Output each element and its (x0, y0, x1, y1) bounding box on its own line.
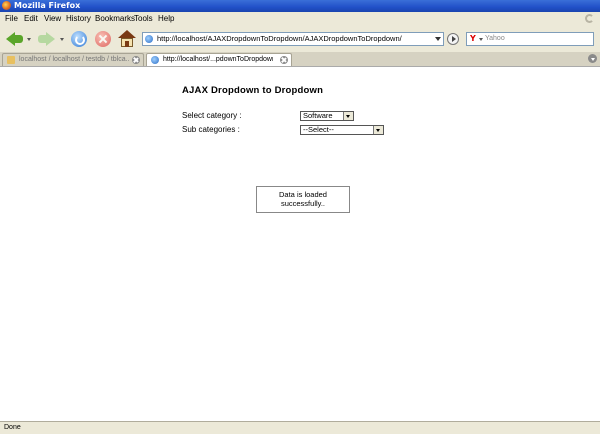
yahoo-engine-icon[interactable]: Y (470, 34, 476, 44)
stop-button[interactable] (94, 30, 112, 48)
home-icon (118, 30, 136, 38)
back-button[interactable] (6, 30, 24, 48)
subcategory-select[interactable]: --Select-- (300, 125, 384, 135)
tab-label: http://localhost/...pdownToDropdown/ (163, 56, 273, 63)
subcategory-label: Sub categories : (182, 125, 240, 134)
category-select[interactable]: Software (300, 111, 354, 121)
throbber-icon (585, 14, 594, 23)
tab-phpmyadmin[interactable]: localhost / localhost / testdb / tblca..… (2, 53, 144, 66)
reload-button[interactable] (70, 30, 88, 48)
search-placeholder[interactable]: Yahoo (485, 33, 505, 45)
page-content: AJAX Dropdown to Dropdown Select categor… (0, 67, 600, 421)
menu-file[interactable]: File (5, 12, 18, 26)
menu-edit[interactable]: Edit (24, 12, 38, 26)
menu-history[interactable]: History (66, 12, 91, 26)
go-button[interactable] (447, 33, 459, 45)
reload-icon (71, 31, 87, 47)
site-globe-icon (145, 35, 153, 43)
subcategory-select-value: --Select-- (303, 125, 334, 134)
tab-bar: localhost / localhost / testdb / tblca..… (0, 52, 600, 67)
menu-view[interactable]: View (44, 12, 61, 26)
menu-bar: File Edit View History Bookmarks Tools H… (0, 12, 600, 26)
menu-bookmarks[interactable]: Bookmarks (95, 12, 135, 26)
status-message-box: Data is loaded successfully.. (256, 186, 350, 213)
tab-ajax-dropdown[interactable]: http://localhost/...pdownToDropdown/ (146, 53, 292, 66)
menu-tools[interactable]: Tools (134, 12, 153, 26)
stop-icon (95, 31, 111, 47)
home-button[interactable] (118, 30, 136, 48)
url-bar[interactable]: http://localhost/AJAXDropdownToDropdown/… (142, 32, 444, 46)
close-tab-icon[interactable] (280, 56, 288, 64)
list-all-tabs-icon[interactable] (588, 54, 597, 63)
forward-arrow-icon (46, 32, 55, 46)
tab-label: localhost / localhost / testdb / tblca..… (19, 56, 129, 63)
back-history-dropdown-icon[interactable] (27, 38, 31, 41)
window-titlebar: Mozilla Firefox (0, 0, 600, 12)
search-engine-dropdown-icon[interactable] (479, 38, 483, 41)
chevron-down-icon[interactable] (343, 112, 353, 120)
chevron-down-icon[interactable] (373, 126, 383, 134)
forward-history-dropdown-icon[interactable] (60, 38, 64, 41)
navigation-toolbar: http://localhost/AJAXDropdownToDropdown/… (0, 26, 600, 53)
url-text[interactable]: http://localhost/AJAXDropdownToDropdown/… (157, 33, 402, 45)
url-history-dropdown-icon[interactable] (435, 37, 441, 41)
page-title: AJAX Dropdown to Dropdown (182, 85, 324, 96)
forward-button[interactable] (38, 30, 56, 48)
category-label: Select category : (182, 111, 242, 120)
status-text: Done (4, 424, 21, 431)
firefox-logo-icon (2, 1, 11, 10)
tab-favicon-icon (151, 56, 159, 64)
tab-favicon-icon (7, 56, 15, 64)
close-tab-icon[interactable] (132, 56, 140, 64)
category-select-value: Software (303, 111, 333, 120)
search-box[interactable]: Y Yahoo (466, 32, 594, 46)
status-bar: Done (0, 421, 600, 434)
window-title: Mozilla Firefox (14, 1, 81, 10)
menu-help[interactable]: Help (158, 12, 174, 26)
